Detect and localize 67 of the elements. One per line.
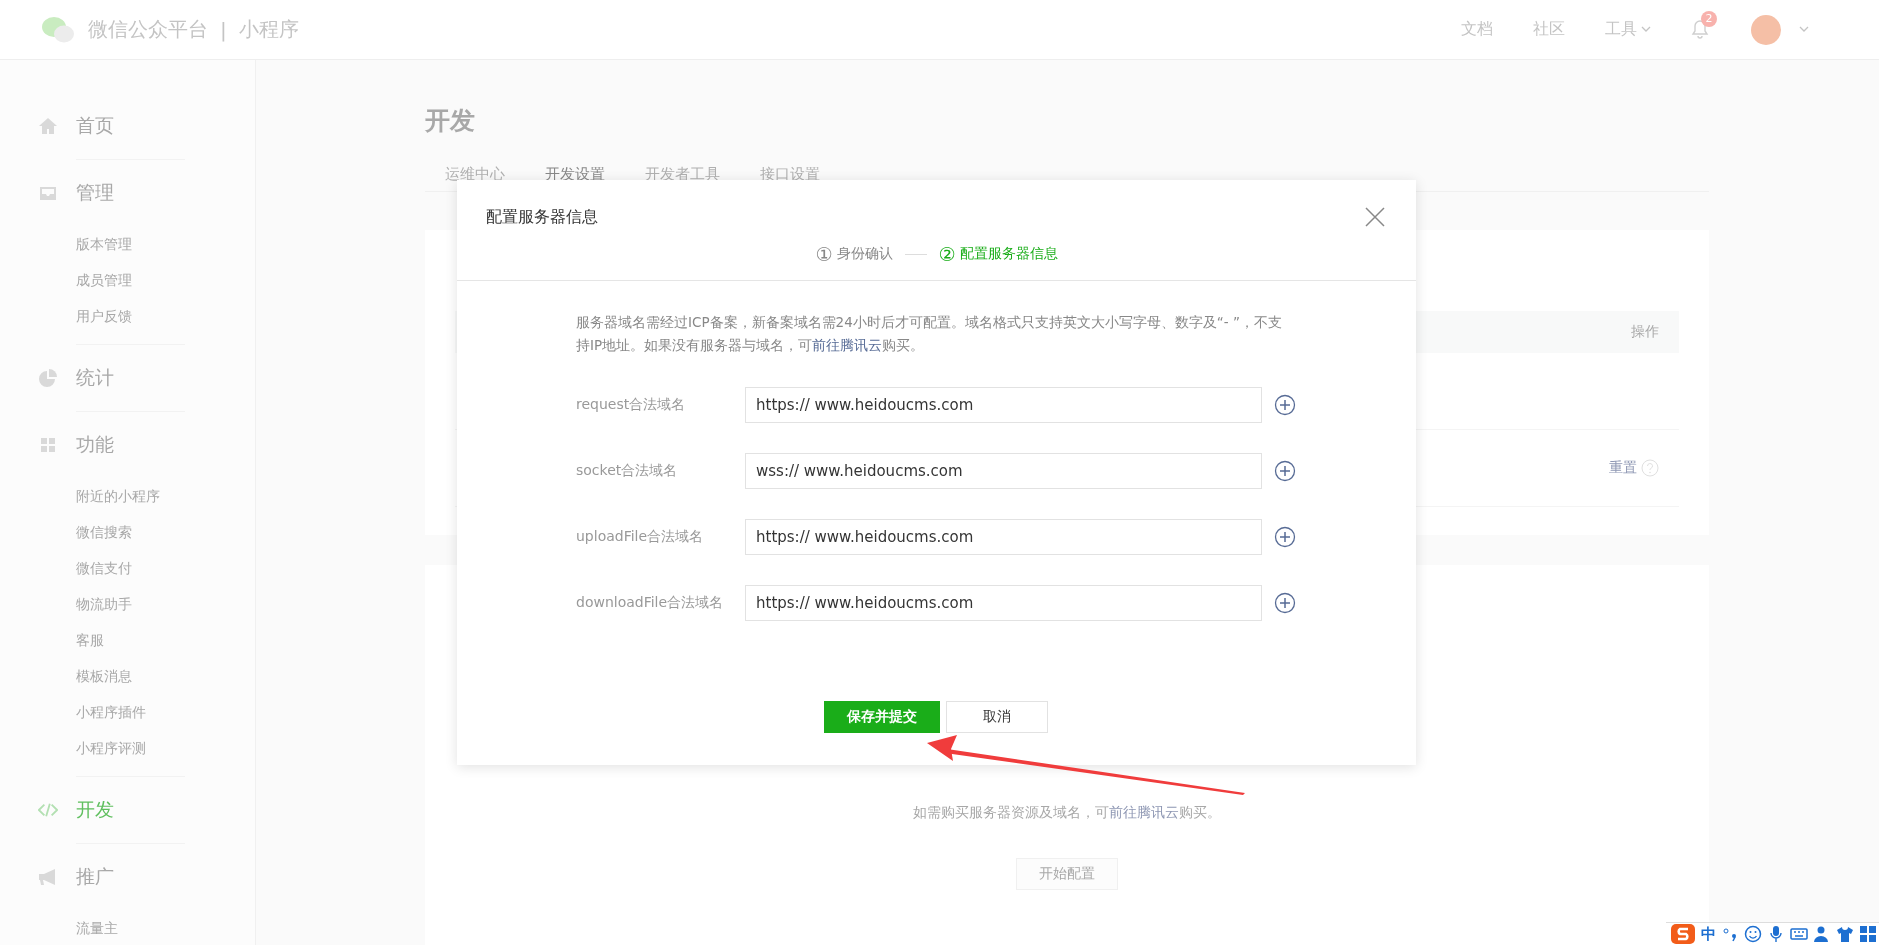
sidebar-item[interactable]: 物流助手 [76, 586, 185, 622]
domain-input[interactable]: https:// www.heidoucms.com [745, 519, 1262, 555]
add-button[interactable] [1274, 526, 1296, 548]
sidebar-item[interactable]: 小程序插件 [76, 694, 185, 730]
sidebar-section[interactable]: 管理 [76, 159, 185, 226]
cancel-button[interactable]: 取消 [946, 701, 1048, 733]
domain-input[interactable]: wss:// www.heidoucms.com [745, 453, 1262, 489]
pie-chart-icon [38, 368, 58, 388]
add-button[interactable] [1274, 460, 1296, 482]
megaphone-icon [38, 867, 58, 887]
domain-input[interactable]: https:// www.heidoucms.com [745, 387, 1262, 423]
column-header: 操作 [1631, 323, 1659, 341]
sidebar-item[interactable]: 小程序评测 [76, 730, 185, 766]
save-submit-button[interactable]: 保存并提交 [824, 701, 940, 733]
reset-link[interactable]: 重置 [1609, 459, 1637, 477]
sidebar-item[interactable]: 用户反馈 [76, 298, 185, 334]
grid-icon [38, 435, 58, 455]
tools-menu[interactable]: 工具 [1605, 19, 1637, 40]
notification-badge: 2 [1701, 10, 1717, 27]
user-icon[interactable] [1813, 925, 1831, 943]
sidebar-section[interactable]: 功能 [76, 411, 185, 478]
punctuation-icon[interactable] [1721, 925, 1739, 943]
home-icon [38, 116, 58, 136]
header-link[interactable]: 文档 [1461, 19, 1493, 40]
chevron-down-icon [1799, 26, 1809, 33]
sidebar-item[interactable]: 流量主 [76, 910, 185, 945]
keyboard-icon[interactable] [1790, 925, 1808, 943]
start-config-button[interactable]: 开始配置 [1016, 858, 1118, 890]
field-label: request合法域名 [576, 396, 687, 414]
chevron-down-icon [1641, 26, 1651, 33]
sidebar-section[interactable]: 开发 [76, 776, 185, 843]
microphone-icon[interactable] [1767, 925, 1785, 943]
header-link[interactable]: 社区 [1533, 19, 1565, 40]
step: ① 身份确认 [815, 243, 893, 265]
sidebar-item[interactable]: 微信搜索 [76, 514, 185, 550]
sidebar-item[interactable]: 微信支付 [76, 550, 185, 586]
shirt-icon[interactable] [1836, 925, 1854, 943]
product-title: 小程序 [238, 16, 299, 43]
sidebar-item[interactable]: 客服 [76, 622, 185, 658]
domain-notice: 服务器域名需经过ICP备案，新备案域名需24小时后才可配置。域名格式只支持英文大小写字母、数字及“- ”，不支持IP地址。如果没有服务器与域名，可前往腾讯云购买。 [576, 313, 1283, 355]
purchase-note: 如需购买服务器资源及域名，可前往腾讯云购买。 [913, 804, 1221, 822]
sidebar-section[interactable]: 推广 [76, 843, 185, 910]
sidebar-item[interactable]: 成员管理 [76, 262, 185, 298]
tencent-cloud-link[interactable]: 前往腾讯云 [1109, 804, 1179, 820]
grid-menu-icon[interactable] [1859, 925, 1877, 943]
sidebar-section[interactable]: 统计 [76, 344, 185, 411]
sidebar-section[interactable]: 首页 [76, 93, 185, 159]
close-button[interactable] [1364, 206, 1386, 228]
platform-title: 微信公众平台 [88, 16, 208, 43]
page-title: 开发 [425, 105, 476, 137]
field-label: downloadFile合法域名 [576, 594, 725, 612]
chat-bubbles-logo [40, 14, 76, 45]
sidebar-item[interactable]: 模板消息 [76, 658, 185, 694]
domain-input[interactable]: https:// www.heidoucms.com [745, 585, 1262, 621]
add-button[interactable] [1274, 592, 1296, 614]
field-label: socket合法域名 [576, 462, 679, 480]
smiley-icon[interactable] [1744, 925, 1762, 943]
sidebar-item[interactable]: 版本管理 [76, 226, 185, 262]
tencent-cloud-link[interactable]: 前往腾讯云 [812, 337, 883, 353]
field-label: uploadFile合法域名 [576, 528, 705, 546]
step: ② 配置服务器信息 [938, 243, 1058, 265]
dialog-title: 配置服务器信息 [486, 206, 598, 228]
input-method-logo[interactable] [1670, 923, 1696, 945]
input-mode[interactable]: 中 [1701, 924, 1716, 944]
title-divider: | [220, 17, 227, 42]
add-button[interactable] [1274, 394, 1296, 416]
sidebar-item[interactable]: 附近的小程序 [76, 478, 185, 514]
